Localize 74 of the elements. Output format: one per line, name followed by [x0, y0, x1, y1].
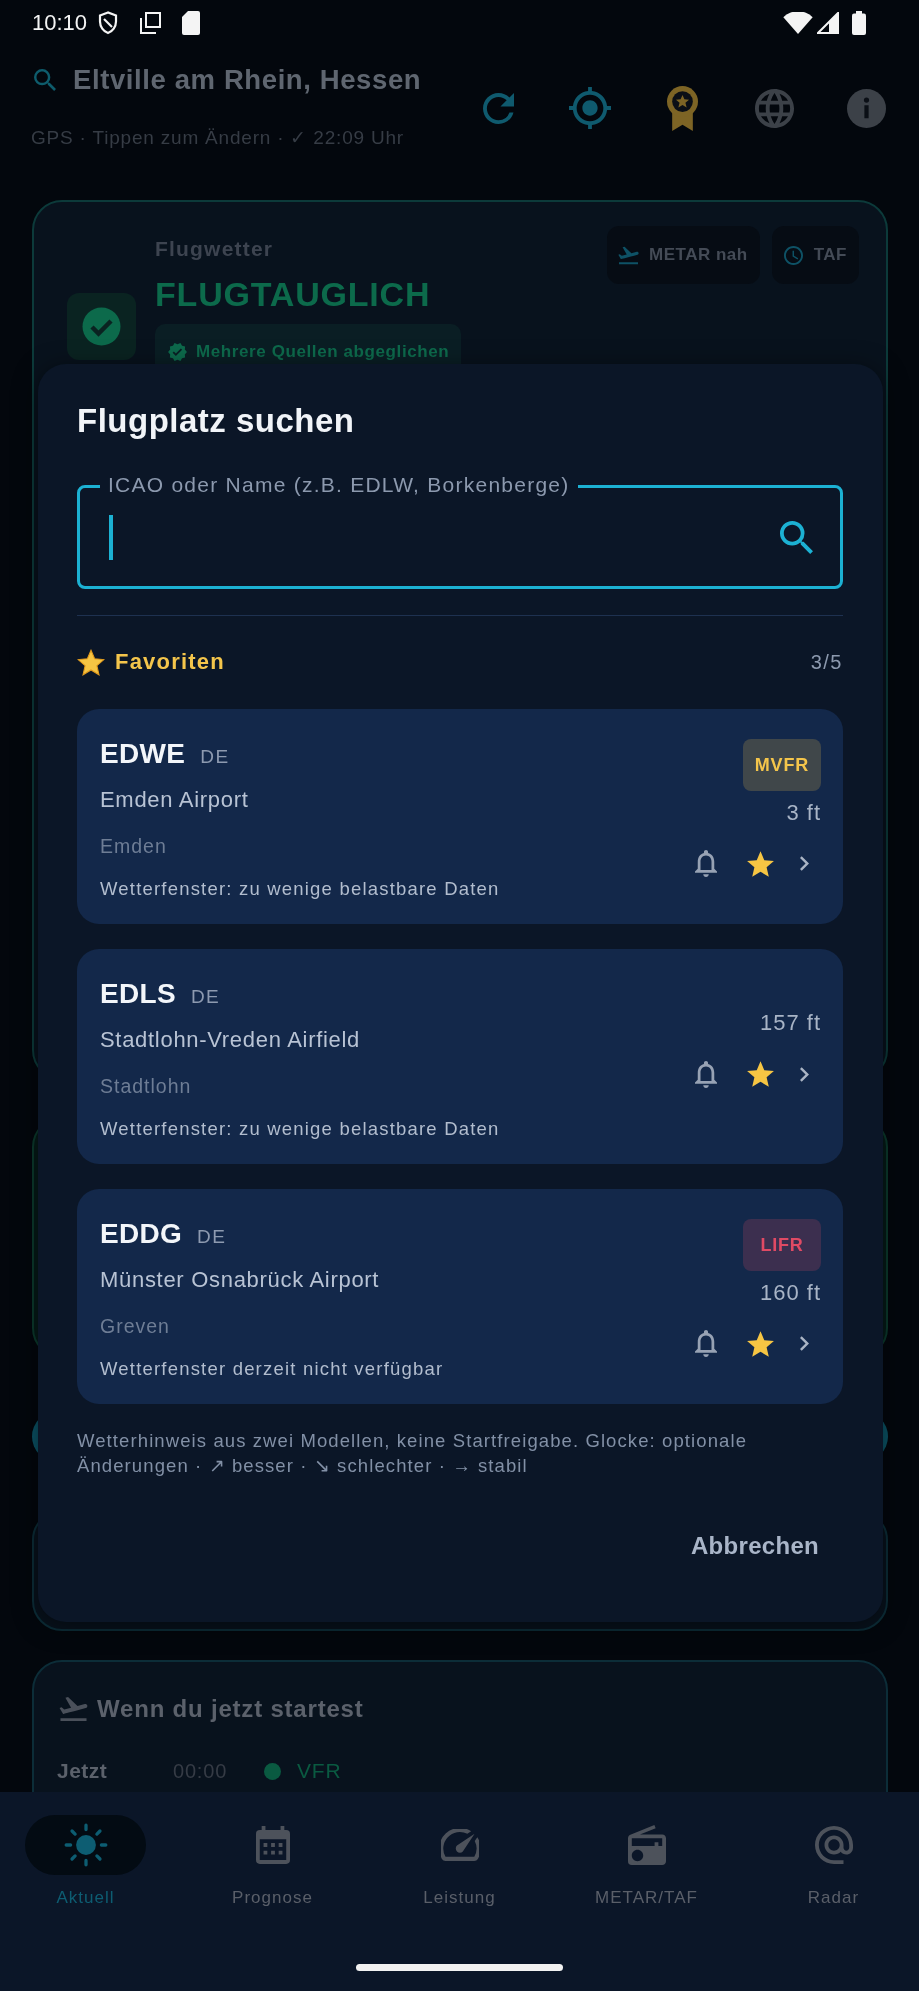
nav-tab[interactable]: Leistung: [399, 1815, 520, 1909]
elevation-text: 160 ft: [759, 1278, 821, 1307]
section-title: Favoriten: [115, 649, 225, 675]
bell-icon[interactable]: [695, 1330, 717, 1357]
location-target-icon[interactable]: [569, 87, 611, 129]
city-name: Greven: [100, 1314, 171, 1339]
elevation-text: 157 ft: [759, 1009, 821, 1037]
forecast-text: Wetterfenster: zu wenige belastbare Daten: [100, 877, 501, 901]
nav-tab[interactable]: Aktuell: [25, 1815, 146, 1909]
clock-icon: [782, 245, 804, 265]
copy-icon: [138, 10, 163, 35]
forecast-text: Wetterfenster: zu wenige belastbare Daten: [100, 1117, 501, 1141]
medal-icon[interactable]: [666, 85, 698, 131]
bell-icon[interactable]: [695, 1060, 717, 1088]
country-code: DE: [190, 985, 221, 1009]
shield-icon: [98, 10, 119, 35]
star-icon: [77, 648, 105, 676]
signal-icon: [817, 11, 839, 34]
flight-category-text: MVFR: [754, 753, 809, 776]
chevron-right-icon[interactable]: [800, 1336, 809, 1351]
dialog-title: Flugplatz suchen: [77, 401, 356, 441]
nav-tab[interactable]: Prognose: [212, 1815, 333, 1909]
airport-name: Stadtlohn-Vreden Airfield: [100, 1026, 362, 1054]
calendar-icon: [255, 1826, 290, 1864]
check-icon: [67, 293, 136, 360]
city-name: Emden: [100, 834, 168, 859]
search-icon[interactable]: [780, 520, 813, 554]
airport-card[interactable]: EDDG DE Münster Osnabrück Airport Greven Wetterfenster derzeit nicht verfügbar LIFR 160 ft: [77, 1189, 843, 1404]
sun-icon: [63, 1823, 108, 1867]
airport-code: EDLS: [100, 977, 176, 1011]
row-label: Jetzt: [57, 1759, 109, 1783]
star-icon[interactable]: [746, 1060, 775, 1088]
airport-name: Emden Airport: [100, 786, 250, 814]
location-title[interactable]: Eltville am Rhein, Hessen: [73, 63, 422, 97]
country-code: DE: [200, 745, 230, 769]
chevron-right-icon[interactable]: [800, 1066, 809, 1082]
refresh-icon[interactable]: [482, 92, 514, 124]
takeoff-icon: [618, 245, 640, 265]
wifi-icon: [783, 11, 813, 34]
radio-icon: [627, 1825, 666, 1865]
city-name: Stadtlohn: [100, 1074, 193, 1099]
airport-name: Münster Osnabrück Airport: [100, 1266, 381, 1294]
nav-tab[interactable]: Radar: [773, 1815, 894, 1909]
bell-icon[interactable]: [695, 850, 717, 877]
battery-icon: [852, 10, 866, 35]
star-icon[interactable]: [746, 1329, 775, 1358]
card-title: Wenn du jetzt startest: [97, 1696, 364, 1722]
source-chip[interactable]: TAF: [771, 226, 859, 284]
location-subtitle: GPS · Tippen zum Ändern · ✓ 22:09 Uhr: [31, 126, 405, 150]
sd-card-icon: [182, 10, 201, 35]
country-code: DE: [197, 1225, 227, 1249]
airport-code: EDWE: [100, 737, 186, 771]
nav-tab[interactable]: METAR/TAF: [586, 1815, 707, 1909]
airport-code: EDDG: [100, 1217, 183, 1251]
elevation-text: 3 ft: [786, 798, 821, 827]
forecast-text: Wetterfenster derzeit nicht verfügbar: [100, 1357, 445, 1381]
text-cursor: [109, 514, 113, 560]
at-sign-icon: [814, 1826, 853, 1864]
chevron-right-icon[interactable]: [800, 856, 809, 871]
gauge-icon: [440, 1829, 479, 1861]
airport-card[interactable]: EDWE DE Emden Airport Emden Wetterfenster: zu wenige belastbare Daten MVFR 3 ft: [77, 709, 843, 924]
plane-icon: [59, 1697, 88, 1721]
favorites-count: 3/5: [810, 650, 843, 674]
airport-card[interactable]: EDLS DE Stadtlohn-Vreden Airfield Stadtlohn Wetterfenster: zu wenige belastbare Daten 157 ft: [77, 949, 843, 1164]
flight-category-text: LIFR: [760, 1233, 804, 1256]
star-icon[interactable]: [746, 849, 775, 878]
cancel-button[interactable]: Abbrechen: [666, 1518, 843, 1574]
status-time: 10:10: [32, 9, 88, 36]
sources-text: Mehrere Quellen abgeglichen: [196, 342, 450, 362]
source-chip[interactable]: METAR nah: [607, 226, 760, 284]
verified-icon: [168, 343, 187, 361]
flight-category: VFR: [297, 1759, 342, 1783]
flight-status: FLUGTAUGLICH: [155, 274, 432, 314]
legend-text: Wetterhinweis aus zwei Modellen, keine Startfreigabe. Glocke: optionale Änderungen · ↗ besser · ↘ schlechter · → stabil: [77, 1429, 749, 1478]
